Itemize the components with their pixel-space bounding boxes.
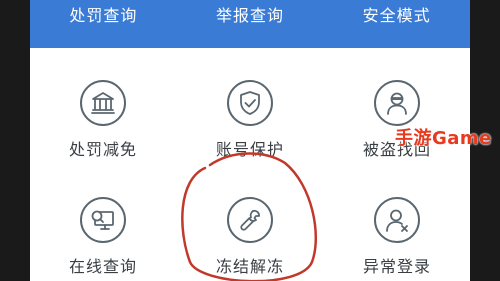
wrench-icon: [227, 197, 273, 243]
grid-item-label: 异常登录: [362, 257, 431, 276]
tab-penalty-query[interactable]: 处罚查询: [30, 0, 177, 24]
grid-item-label: 处罚减免: [68, 140, 137, 159]
tab-safe-mode[interactable]: 安全模式: [323, 0, 470, 24]
grid-item-label: 冻结解冻: [215, 257, 284, 276]
user-warning-icon: [374, 197, 420, 243]
grid-item-online-query[interactable]: 在线查询: [30, 165, 176, 281]
tab-report-query[interactable]: 举报查询: [177, 0, 324, 24]
courthouse-icon: [80, 80, 126, 126]
watermark-logo: 手游Game: [395, 128, 492, 149]
grid-item-label: 账号保护: [215, 140, 284, 159]
service-grid: 处罚减免 账号保护 被盗找回 在线查询 冻结解冻 异常登录: [30, 48, 470, 281]
grid-item-abnormal-login[interactable]: 异常登录: [324, 165, 470, 281]
shield-check-icon: [227, 80, 273, 126]
grid-item-freeze-unfreeze[interactable]: 冻结解冻: [177, 165, 323, 281]
top-nav-bar: 处罚查询 举报查询 安全模式: [30, 0, 470, 48]
grid-item-account-protection[interactable]: 账号保护: [177, 48, 323, 164]
grid-item-label: 在线查询: [68, 257, 137, 276]
thief-person-icon: [374, 80, 420, 126]
monitor-search-icon: [80, 197, 126, 243]
grid-item-penalty-reduction[interactable]: 处罚减免: [30, 48, 176, 164]
